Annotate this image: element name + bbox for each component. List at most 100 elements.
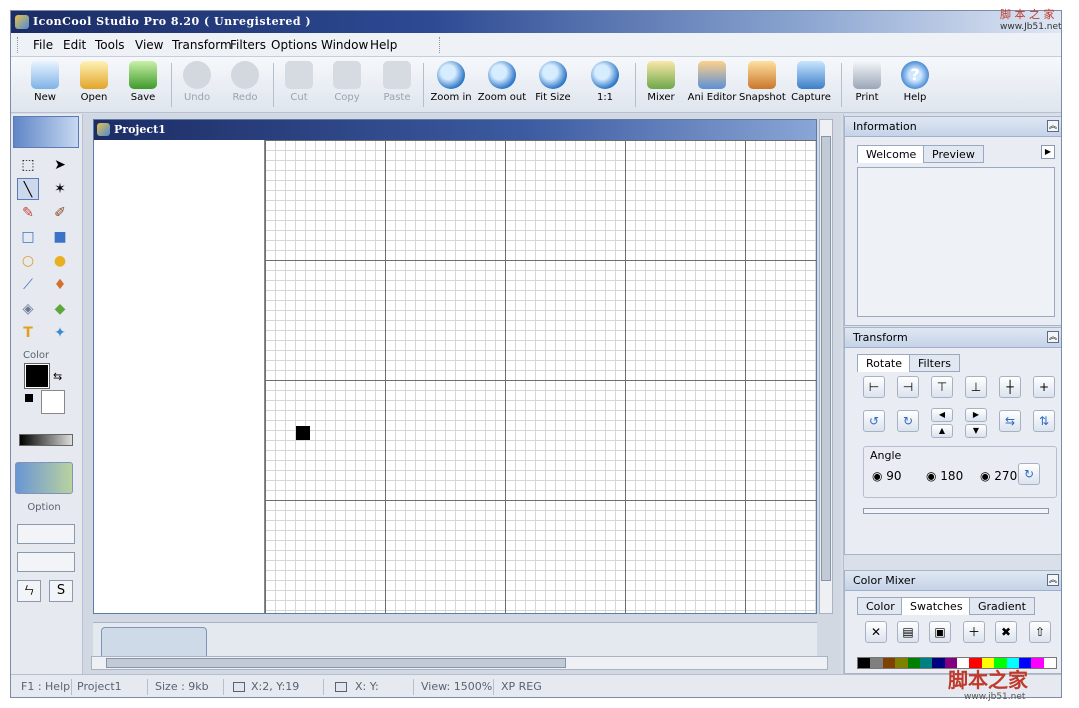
actual-size-button[interactable]: 1:1 bbox=[585, 59, 625, 111]
snapshot-button[interactable]: Snapshot bbox=[739, 59, 786, 111]
shift-left-icon[interactable]: ◀ bbox=[931, 408, 953, 422]
rect-select-icon[interactable]: ⬚ bbox=[17, 154, 39, 176]
swatch-tool-icon[interactable]: ✕ bbox=[865, 621, 887, 643]
move-icon[interactable]: ➤ bbox=[49, 154, 71, 176]
swatch-color[interactable] bbox=[858, 658, 871, 668]
swatch-export-icon[interactable]: ⇧ bbox=[1029, 621, 1051, 643]
paste-button[interactable]: Paste bbox=[377, 59, 417, 111]
angle-90-radio[interactable]: ◉ 90 bbox=[872, 469, 902, 483]
menu-options[interactable]: Options bbox=[271, 38, 317, 52]
tab-welcome[interactable]: Welcome bbox=[857, 145, 926, 163]
menu-tools[interactable]: Tools bbox=[95, 38, 125, 52]
angle-180-radio[interactable]: ◉ 180 bbox=[926, 469, 963, 483]
new-button[interactable]: New bbox=[25, 59, 65, 111]
help-button[interactable]: ? Help bbox=[895, 59, 935, 111]
pixel-grid-canvas[interactable] bbox=[264, 140, 816, 613]
filled-ellipse-icon[interactable]: ● bbox=[49, 250, 71, 272]
flip-horizontal-icon[interactable]: ⇆ bbox=[999, 410, 1021, 432]
corner-option-icon[interactable]: ㄣ bbox=[17, 580, 41, 602]
align-left-icon[interactable]: ⊢ bbox=[863, 376, 885, 398]
menu-view[interactable]: View bbox=[135, 38, 163, 52]
collapse-icon[interactable]: ︽ bbox=[1047, 331, 1059, 343]
line-width-option[interactable] bbox=[17, 552, 75, 572]
vertical-scrollbar[interactable] bbox=[819, 119, 833, 614]
undo-button[interactable]: Undo bbox=[177, 59, 217, 111]
tab-gradient[interactable]: Gradient bbox=[969, 597, 1035, 615]
align-right-icon[interactable]: ⊣ bbox=[897, 376, 919, 398]
shift-right-icon[interactable]: ▶ bbox=[965, 408, 987, 422]
rotate-left-icon[interactable]: ↺ bbox=[863, 410, 885, 432]
fill-bucket-icon[interactable]: ♦ bbox=[49, 274, 71, 296]
capture-button[interactable]: Capture bbox=[789, 59, 833, 111]
swatch-add-icon[interactable]: ＋ bbox=[963, 621, 985, 643]
swatch-color[interactable] bbox=[919, 658, 933, 668]
menu-filters[interactable]: Filters bbox=[230, 38, 266, 52]
brush-icon[interactable]: ✐ bbox=[49, 202, 71, 224]
center-horizontal-icon[interactable]: ┼ bbox=[999, 376, 1021, 398]
effect-icon[interactable]: ✦ bbox=[49, 322, 71, 344]
swatch-color[interactable] bbox=[1043, 658, 1056, 668]
swap-colors-icon[interactable]: ⇆ bbox=[53, 370, 62, 383]
collapse-icon[interactable]: ︽ bbox=[1047, 574, 1059, 586]
background-color-swatch[interactable] bbox=[41, 390, 65, 414]
menu-transform[interactable]: Transform bbox=[172, 38, 232, 52]
copy-button[interactable]: Copy bbox=[327, 59, 367, 111]
save-button[interactable]: Save bbox=[123, 59, 163, 111]
fit-size-button[interactable]: Fit Size bbox=[533, 59, 573, 111]
cut-button[interactable]: Cut bbox=[279, 59, 319, 111]
default-colors-icon[interactable] bbox=[25, 394, 33, 402]
ellipse-icon[interactable]: ○ bbox=[17, 250, 39, 272]
color-tool-button[interactable] bbox=[15, 462, 73, 494]
swatch-delete-icon[interactable]: ✖ bbox=[995, 621, 1017, 643]
print-button[interactable]: Print bbox=[847, 59, 887, 111]
swatch-color[interactable] bbox=[907, 658, 920, 668]
zoom-out-button[interactable]: Zoom out bbox=[477, 59, 527, 111]
swatch-color[interactable] bbox=[932, 658, 945, 668]
rectangle-icon[interactable]: □ bbox=[17, 226, 39, 248]
horizontal-scroll-thumb[interactable] bbox=[106, 658, 566, 668]
shift-up-icon[interactable]: ▲ bbox=[931, 424, 953, 438]
line-tool-icon[interactable]: ╲ bbox=[17, 178, 39, 200]
center-vertical-icon[interactable]: + bbox=[1033, 376, 1055, 398]
menu-window[interactable]: Window bbox=[321, 38, 368, 52]
menu-file[interactable]: File bbox=[33, 38, 53, 52]
swatch-color[interactable] bbox=[870, 658, 883, 668]
filled-rectangle-icon[interactable]: ■ bbox=[49, 226, 71, 248]
smooth-option[interactable]: S bbox=[49, 580, 73, 602]
swatch-color[interactable] bbox=[1031, 658, 1044, 668]
align-top-icon[interactable]: ⊤ bbox=[931, 376, 953, 398]
angle-270-radio[interactable]: ◉ 270 bbox=[980, 469, 1017, 483]
angle-slider[interactable] bbox=[863, 508, 1049, 514]
mixer-button[interactable]: Mixer bbox=[641, 59, 681, 111]
tab-filters[interactable]: Filters bbox=[909, 354, 960, 372]
foreground-color-swatch[interactable] bbox=[24, 363, 50, 389]
vertical-scroll-thumb[interactable] bbox=[821, 136, 831, 581]
horizontal-scrollbar[interactable] bbox=[91, 656, 828, 670]
zoom-in-button[interactable]: Zoom in bbox=[429, 59, 473, 111]
swatch-open-icon[interactable]: ▤ bbox=[897, 621, 919, 643]
menu-edit[interactable]: Edit bbox=[63, 38, 86, 52]
swatch-color[interactable] bbox=[895, 658, 908, 668]
tab-preview[interactable]: Preview bbox=[923, 145, 984, 163]
menu-help[interactable]: Help bbox=[370, 38, 397, 52]
magic-wand-icon[interactable]: ✶ bbox=[49, 178, 71, 200]
opacity-slider[interactable] bbox=[19, 434, 73, 446]
pencil-icon[interactable]: ✎ bbox=[17, 202, 39, 224]
shape-option[interactable] bbox=[17, 524, 75, 544]
align-bottom-icon[interactable]: ⊥ bbox=[965, 376, 987, 398]
apply-rotate-icon[interactable]: ↻ bbox=[1018, 463, 1040, 485]
collapse-icon[interactable]: ︽ bbox=[1047, 120, 1059, 132]
eyedropper-icon[interactable]: ⟋ bbox=[17, 274, 39, 296]
gradient-icon[interactable]: ◆ bbox=[49, 298, 71, 320]
redo-button[interactable]: Redo bbox=[225, 59, 265, 111]
tab-rotate[interactable]: Rotate bbox=[857, 354, 912, 372]
ani-editor-button[interactable]: Ani Editor bbox=[687, 59, 737, 111]
rotate-right-icon[interactable]: ↻ bbox=[897, 410, 919, 432]
tab-color[interactable]: Color bbox=[857, 597, 904, 615]
shift-down-icon[interactable]: ▼ bbox=[965, 424, 987, 438]
panel-next-icon[interactable]: ▶ bbox=[1041, 145, 1055, 159]
tab-swatches[interactable]: Swatches bbox=[901, 597, 972, 615]
eraser-icon[interactable]: ◈ bbox=[17, 298, 39, 320]
open-button[interactable]: Open bbox=[74, 59, 114, 111]
text-tool-icon[interactable]: T bbox=[17, 322, 39, 344]
